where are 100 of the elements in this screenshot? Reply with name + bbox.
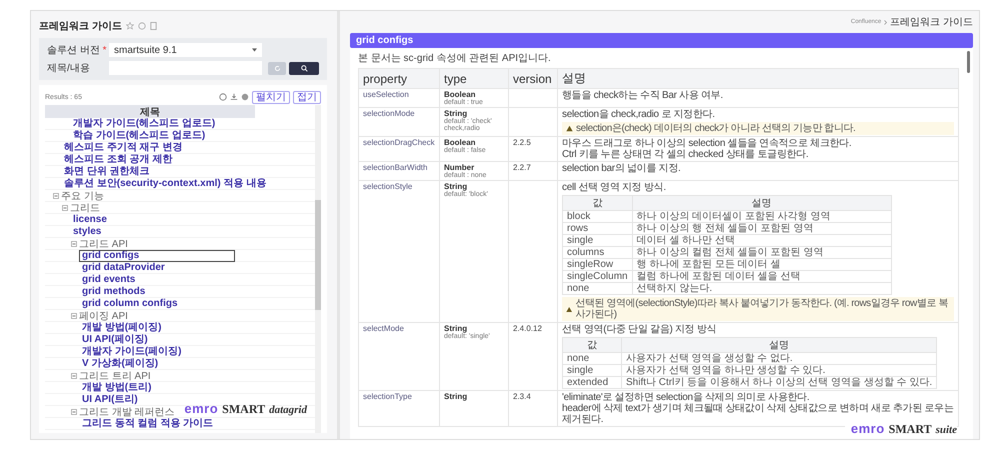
subtable-cell: 하나 이상의 행 전체 셀들이 포함된 영역 bbox=[632, 222, 892, 234]
tree-item[interactable]: grid events bbox=[80, 274, 138, 284]
tree-folder[interactable]: 그리드 개발 레퍼런스 bbox=[79, 404, 175, 418]
note-text: selection은(check) 데이터의 check가 아니라 선택의 기능만 합니다. bbox=[576, 123, 856, 134]
info-icon[interactable] bbox=[219, 93, 227, 101]
tree-item[interactable]: grid methods bbox=[80, 286, 148, 296]
property-name: useSelection bbox=[363, 90, 409, 99]
column-header: version bbox=[508, 68, 558, 88]
property-name: selectionBarWidth bbox=[363, 163, 428, 172]
subtable-header: 설명 bbox=[622, 338, 937, 352]
tree-item[interactable]: 학습 가이드(헤스피드 업로드) bbox=[71, 130, 208, 140]
settings-icon[interactable] bbox=[241, 93, 249, 101]
column-header: 설명 bbox=[558, 68, 958, 88]
tree-item[interactable]: UI API(트리) bbox=[80, 394, 140, 404]
star-icon[interactable] bbox=[126, 22, 134, 30]
tree-item[interactable]: 개발 방법(트리) bbox=[80, 382, 154, 392]
version-text: 2.3.4 bbox=[513, 392, 531, 401]
subtable-cell: none bbox=[562, 282, 632, 294]
subtable-cell: columns bbox=[562, 246, 632, 258]
required-mark: * bbox=[102, 45, 106, 56]
description-text: Ctrl 키를 누른 상태면 각 셀의 checked 상태를 토글링한다. bbox=[562, 149, 810, 160]
subtable-cell: 하나 이상의 컬럼 전체 셀들이 포함된 영역 bbox=[632, 246, 892, 258]
tree-item[interactable]: 화면 단위 권한체크 bbox=[62, 166, 152, 176]
property-name: selectionType bbox=[363, 392, 412, 401]
warning-icon bbox=[566, 125, 573, 132]
search-button[interactable] bbox=[289, 62, 319, 74]
scrollbar[interactable] bbox=[315, 105, 321, 433]
tree-folder[interactable]: 그리드 트리 API bbox=[79, 368, 151, 382]
tree-folder[interactable]: 그리드 API bbox=[79, 236, 128, 250]
description-text: 'eliminate'로 설정하면 selection을 삭제의 의미로 사용한다. bbox=[562, 392, 810, 403]
type-name: Boolean bbox=[444, 138, 476, 147]
collapse-all-button[interactable]: 접기 bbox=[293, 90, 321, 104]
collapse-icon[interactable] bbox=[53, 192, 59, 198]
subtable-cell: singleRow bbox=[562, 258, 632, 270]
subtable-cell: single bbox=[562, 234, 632, 246]
version-text: 2.2.7 bbox=[513, 163, 531, 172]
description-text: selection을 check,radio 로 지정한다. bbox=[562, 109, 716, 120]
collapse-icon[interactable] bbox=[71, 240, 77, 246]
description-text: selection bar의 넓이를 지정. bbox=[562, 163, 682, 174]
type-name: String bbox=[444, 392, 468, 401]
circle-icon[interactable] bbox=[138, 22, 146, 30]
subtable-cell: singleColumn bbox=[562, 270, 632, 282]
column-header: property bbox=[358, 68, 440, 88]
tree-folder[interactable]: 주요 기능 bbox=[61, 188, 104, 202]
tree-item[interactable]: grid configs bbox=[80, 250, 234, 260]
tree-item[interactable]: styles bbox=[71, 226, 104, 236]
tree-folder[interactable]: 그리드 bbox=[70, 200, 100, 214]
product-name: SMART bbox=[888, 422, 932, 437]
tree-item[interactable]: grid dataProvider bbox=[80, 262, 167, 272]
note-text: 선택된 영역에(selectionStyle)따라 복사 붙여넣기가 동작한다. (예. rows일경우 row별로 복사가된다) bbox=[575, 298, 950, 320]
subtable-header: 값 bbox=[562, 338, 622, 352]
type-name: String bbox=[444, 109, 468, 118]
subtable-cell: none bbox=[562, 352, 622, 364]
breadcrumb-item[interactable]: 프레임워크 가이드 bbox=[890, 15, 973, 29]
tree-item[interactable]: 헤스피드 조회 공개 제한 bbox=[62, 154, 174, 164]
collapse-icon[interactable] bbox=[71, 312, 77, 318]
tree-item[interactable]: 헤스피드 주기적 재구 변경 bbox=[62, 142, 184, 152]
tree-item[interactable]: UI API(페이징) bbox=[80, 334, 150, 344]
subtable-cell: 행 하나에 포함된 모든 데이터 셀 bbox=[632, 258, 892, 270]
subtable-cell: 사용자가 선택 영역을 생성할 수 없다. bbox=[622, 352, 937, 364]
subtable-cell: 컬럼 하나에 포함된 데이터 셀을 선택 bbox=[632, 270, 892, 282]
expand-all-button[interactable]: 펼치기 bbox=[252, 90, 290, 104]
property-name: selectMode bbox=[363, 324, 404, 333]
column-header: 제목 bbox=[45, 105, 255, 118]
search-icon bbox=[300, 64, 308, 72]
subtable-cell: extended bbox=[562, 376, 622, 388]
download-icon[interactable] bbox=[230, 93, 238, 101]
tree-item[interactable]: license bbox=[71, 214, 109, 224]
tree-item[interactable]: 개발자 가이드(페이징) bbox=[80, 346, 184, 356]
version-text: 2.2.5 bbox=[513, 138, 531, 147]
subtable-cell: rows bbox=[562, 222, 632, 234]
version-select[interactable]: smartsuite 9.1 bbox=[109, 43, 262, 57]
version-text: 2.4.0.12 bbox=[513, 324, 542, 333]
tree-folder[interactable]: 페이징 API bbox=[79, 308, 128, 322]
subtable-cell: block bbox=[562, 210, 632, 222]
description-text: 선택 영역(다중 단일 갈음) 지정 방식 bbox=[562, 324, 718, 335]
description-text: cell 선택 영역 지정 방식. bbox=[562, 182, 667, 193]
brand-logo: emro bbox=[184, 401, 218, 416]
tree-item[interactable]: grid column configs bbox=[80, 298, 180, 308]
caret-icon bbox=[252, 48, 257, 52]
tree-item[interactable]: V 가상화(페이징) bbox=[80, 358, 160, 368]
type-name: Boolean bbox=[444, 90, 477, 99]
product-edition: suite bbox=[936, 424, 957, 436]
collapse-icon[interactable] bbox=[71, 408, 77, 414]
collapse-icon[interactable] bbox=[62, 204, 68, 210]
tree-item[interactable]: 개발 방법(페이징) bbox=[80, 322, 164, 332]
refresh-icon bbox=[274, 64, 280, 72]
tree-item[interactable]: 그리드 동적 컬럼 적용 가이드 bbox=[80, 418, 216, 428]
subtable-cell: 데이터 셀 하나만 선택 bbox=[632, 234, 892, 246]
type-name: Number bbox=[444, 163, 476, 172]
subtable-header: 값 bbox=[562, 196, 632, 210]
collapse-icon[interactable] bbox=[71, 372, 77, 378]
document-icon[interactable] bbox=[150, 22, 157, 30]
property-name: selectionDragCheck bbox=[363, 138, 435, 147]
tree-item[interactable]: 개발자 가이드(헤스피드 업로드) bbox=[71, 118, 218, 128]
subtable-cell: single bbox=[562, 364, 622, 376]
subtable-cell: 하나 이상의 데이터셀이 포함된 사각형 영역 bbox=[632, 210, 892, 222]
scrollbar[interactable] bbox=[967, 51, 970, 73]
document-title: grid configs bbox=[350, 33, 973, 48]
tree-item[interactable]: 솔루션 보안(security-context.xml) 적용 내용 bbox=[62, 178, 268, 188]
